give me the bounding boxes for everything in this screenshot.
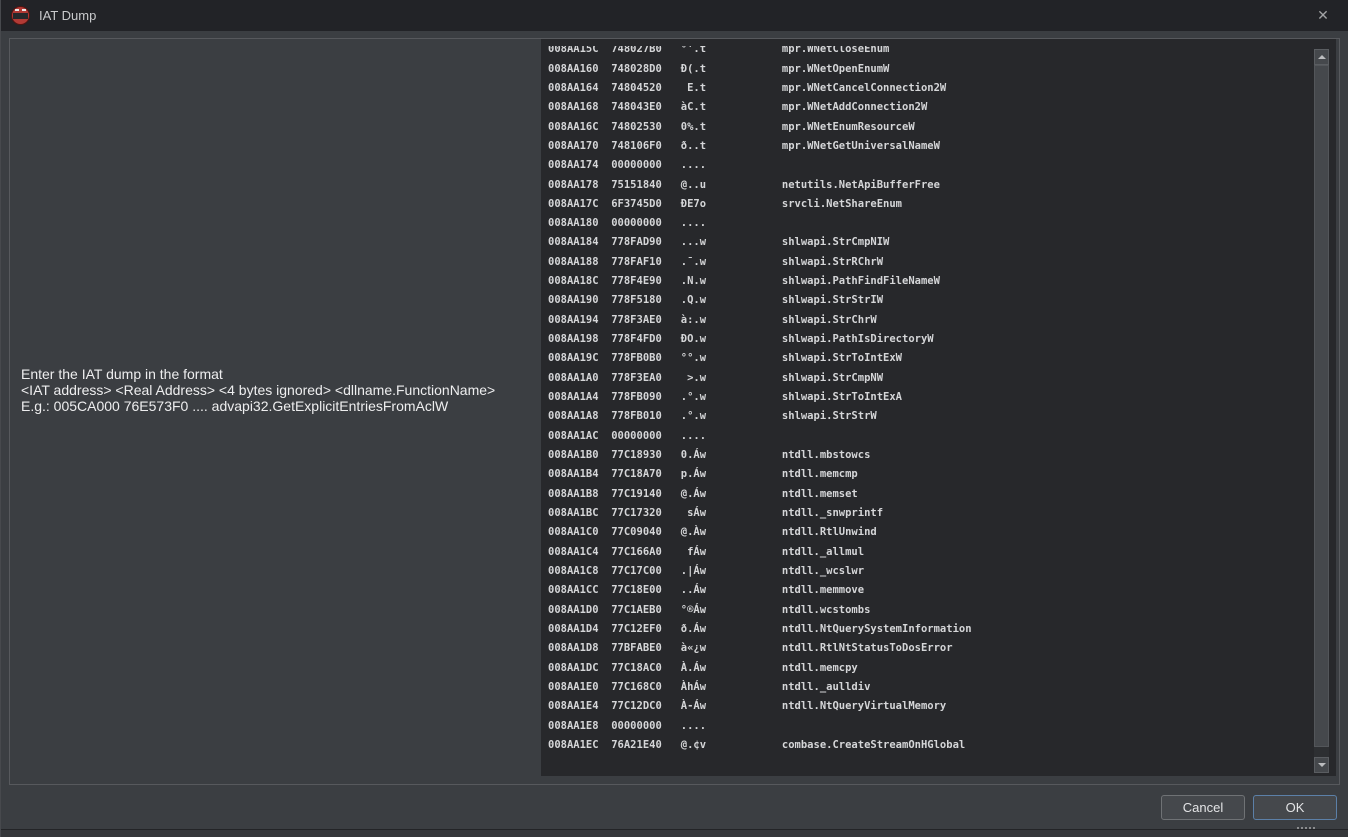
instructions-line-3: E.g.: 005CA000 76E573F0 .... advapi32.Ge… <box>21 398 495 414</box>
app-icon-left-eye <box>15 9 19 11</box>
instructions-line-1: Enter the IAT dump in the format <box>21 366 495 382</box>
iat-dump-textarea[interactable]: 008AA15C 748027B0 °'.t mpr.WNetCloseEnum… <box>541 39 1336 776</box>
arrow-down-icon <box>1318 763 1326 767</box>
close-icon: ✕ <box>1317 7 1329 24</box>
x64dbg-app-icon <box>11 6 30 25</box>
format-instructions: Enter the IAT dump in the format <IAT ad… <box>21 366 495 414</box>
app-icon-band <box>13 13 28 19</box>
iat-dump-text[interactable]: 008AA15C 748027B0 °'.t mpr.WNetCloseEnum… <box>548 46 972 755</box>
scroll-up-button[interactable] <box>1314 49 1329 65</box>
scroll-down-button[interactable] <box>1314 757 1329 773</box>
cancel-button[interactable]: Cancel <box>1161 795 1245 820</box>
vertical-scrollbar[interactable] <box>1314 49 1329 773</box>
titlebar[interactable]: IAT Dump ✕ <box>1 0 1348 31</box>
scrollbar-thumb[interactable] <box>1314 65 1329 747</box>
scrollbar-track[interactable] <box>1314 65 1329 757</box>
content-panel: Enter the IAT dump in the format <IAT ad… <box>9 38 1340 785</box>
ok-button[interactable]: OK <box>1253 795 1337 820</box>
iat-dump-dialog: IAT Dump ✕ Enter the IAT dump in the for… <box>0 0 1348 837</box>
instructions-line-2: <IAT address> <Real Address> <4 bytes ig… <box>21 382 495 398</box>
iat-dump-viewport[interactable]: 008AA15C 748027B0 °'.t mpr.WNetCloseEnum… <box>541 46 1336 776</box>
close-button[interactable]: ✕ <box>1307 0 1339 31</box>
window-title: IAT Dump <box>39 8 96 23</box>
app-icon-right-eye <box>22 9 26 11</box>
arrow-up-icon <box>1318 55 1326 59</box>
window-bottom-edge <box>1 829 1348 837</box>
